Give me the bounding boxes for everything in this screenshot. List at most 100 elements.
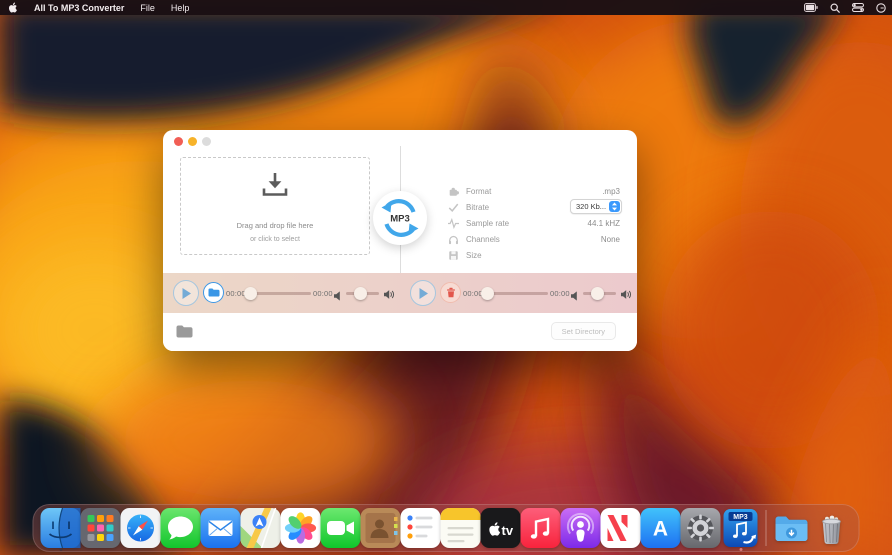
dock-item-finder[interactable] bbox=[41, 508, 81, 548]
output-folder-icon[interactable] bbox=[176, 325, 193, 343]
dock-item-settings[interactable] bbox=[681, 508, 721, 548]
play-button[interactable] bbox=[173, 280, 199, 306]
dock-item-trash[interactable] bbox=[812, 508, 852, 548]
window-controls bbox=[174, 137, 211, 146]
elapsed-time: 00:00 bbox=[463, 289, 483, 298]
total-time: 00:00 bbox=[550, 289, 570, 298]
seek-slider[interactable] bbox=[247, 292, 311, 295]
setting-label: Format bbox=[466, 187, 491, 196]
dropzone[interactable]: Drag and drop file here or click to sele… bbox=[180, 157, 370, 255]
running-indicator bbox=[739, 548, 742, 551]
setting-label: Size bbox=[466, 251, 482, 260]
volume-thumb[interactable] bbox=[354, 287, 367, 300]
dropzone-line2: or click to select bbox=[181, 236, 369, 243]
setting-row-bitrate: Bitrate 320 Kb... bbox=[446, 200, 622, 216]
waveform-icon bbox=[448, 218, 459, 229]
desktop: All To MP3 Converter File Help bbox=[0, 0, 892, 555]
dock-item-messages[interactable] bbox=[161, 508, 201, 548]
headphones-icon bbox=[448, 234, 459, 245]
trash-icon bbox=[446, 287, 456, 298]
play-icon bbox=[417, 287, 429, 300]
dock-item-mail[interactable] bbox=[201, 508, 241, 548]
appstore-letter: A bbox=[653, 518, 668, 541]
dock: tv A MP3 bbox=[33, 504, 860, 552]
battery-icon[interactable] bbox=[798, 3, 824, 12]
save-icon bbox=[448, 250, 459, 261]
close-button[interactable] bbox=[174, 137, 183, 146]
dock-item-appstore[interactable]: A bbox=[641, 508, 681, 548]
dock-item-maps[interactable] bbox=[241, 508, 281, 548]
download-icon bbox=[258, 171, 292, 201]
dock-item-news[interactable] bbox=[601, 508, 641, 548]
dock-divider bbox=[766, 510, 767, 546]
dock-item-tv[interactable]: tv bbox=[481, 508, 521, 548]
dock-item-music[interactable] bbox=[521, 508, 561, 548]
volume-thumb[interactable] bbox=[591, 287, 604, 300]
player-source: 00:00 00:00 bbox=[163, 273, 400, 313]
volume-high-icon bbox=[384, 287, 395, 305]
elapsed-time: 00:00 bbox=[226, 289, 246, 298]
play-icon bbox=[180, 287, 192, 300]
dock-item-reminders[interactable] bbox=[401, 508, 441, 548]
volume-slider[interactable] bbox=[583, 292, 616, 295]
menu-file[interactable]: File bbox=[132, 3, 163, 13]
puzzle-icon bbox=[448, 186, 459, 197]
seek-thumb[interactable] bbox=[244, 287, 257, 300]
setting-row-size: Size bbox=[446, 248, 622, 264]
set-directory-button[interactable]: Set Directory bbox=[551, 322, 616, 340]
dock-item-safari[interactable] bbox=[121, 508, 161, 548]
spotlight-search-icon[interactable] bbox=[824, 3, 846, 13]
minimize-button[interactable] bbox=[188, 137, 197, 146]
bitrate-select[interactable]: 320 Kb... bbox=[570, 199, 622, 214]
setting-row-format: Format .mp3 bbox=[446, 184, 622, 200]
dock-item-facetime[interactable] bbox=[321, 508, 361, 548]
badge-label: MP3 bbox=[390, 214, 410, 225]
settings-panel: Format .mp3 Bitrate 320 Kb... Sample rat… bbox=[446, 130, 622, 273]
dock-item-mp3-converter[interactable]: MP3 bbox=[721, 508, 761, 548]
setting-label: Sample rate bbox=[466, 219, 509, 228]
player-bar: 00:00 00:00 00:00 bbox=[163, 273, 637, 313]
dock-item-notes[interactable] bbox=[441, 508, 481, 548]
zoom-button[interactable] bbox=[202, 137, 211, 146]
total-time: 00:00 bbox=[313, 289, 333, 298]
volume-high-icon bbox=[621, 287, 632, 305]
volume-low-icon bbox=[334, 288, 342, 306]
seek-slider[interactable] bbox=[484, 292, 548, 295]
check-icon bbox=[448, 202, 459, 213]
stepper-icon bbox=[609, 201, 620, 213]
channels-value: None bbox=[601, 235, 620, 244]
setting-row-samplerate: Sample rate 44.1 kHZ bbox=[446, 216, 622, 232]
setting-label: Channels bbox=[466, 235, 500, 244]
seek-thumb[interactable] bbox=[481, 287, 494, 300]
menubar-app-name[interactable]: All To MP3 Converter bbox=[26, 3, 132, 13]
dock-item-photos[interactable] bbox=[281, 508, 321, 548]
tv-label: tv bbox=[502, 523, 514, 538]
dropzone-line1: Drag and drop file here bbox=[181, 221, 369, 230]
menubar: All To MP3 Converter File Help bbox=[0, 0, 892, 15]
apple-menu[interactable] bbox=[0, 2, 26, 13]
dock-item-launchpad[interactable] bbox=[81, 508, 121, 548]
menu-help[interactable]: Help bbox=[163, 3, 198, 13]
format-value: .mp3 bbox=[602, 187, 620, 196]
open-file-button[interactable] bbox=[203, 282, 224, 303]
setting-label: Bitrate bbox=[466, 203, 489, 212]
dock-item-podcasts[interactable] bbox=[561, 508, 601, 548]
apple-logo-icon bbox=[8, 2, 18, 13]
window-footer: Set Directory bbox=[163, 313, 637, 351]
dock-item-downloads[interactable] bbox=[772, 508, 812, 548]
delete-button[interactable] bbox=[440, 282, 461, 303]
convert-badge: MP3 bbox=[373, 191, 427, 245]
folder-icon bbox=[208, 288, 220, 297]
volume-low-icon bbox=[571, 288, 579, 306]
player-output: 00:00 00:00 bbox=[400, 273, 637, 313]
converter-window: Drag and drop file here or click to sele… bbox=[163, 130, 637, 351]
volume-slider[interactable] bbox=[346, 292, 379, 295]
samplerate-value: 44.1 kHZ bbox=[588, 219, 620, 228]
setting-row-channels: Channels None bbox=[446, 232, 622, 248]
dock-item-contacts[interactable] bbox=[361, 508, 401, 548]
control-center-icon[interactable] bbox=[846, 3, 870, 12]
running-indicator bbox=[59, 548, 62, 551]
mp3-label: MP3 bbox=[733, 514, 748, 521]
clock-icon[interactable] bbox=[870, 3, 892, 13]
play-button[interactable] bbox=[410, 280, 436, 306]
